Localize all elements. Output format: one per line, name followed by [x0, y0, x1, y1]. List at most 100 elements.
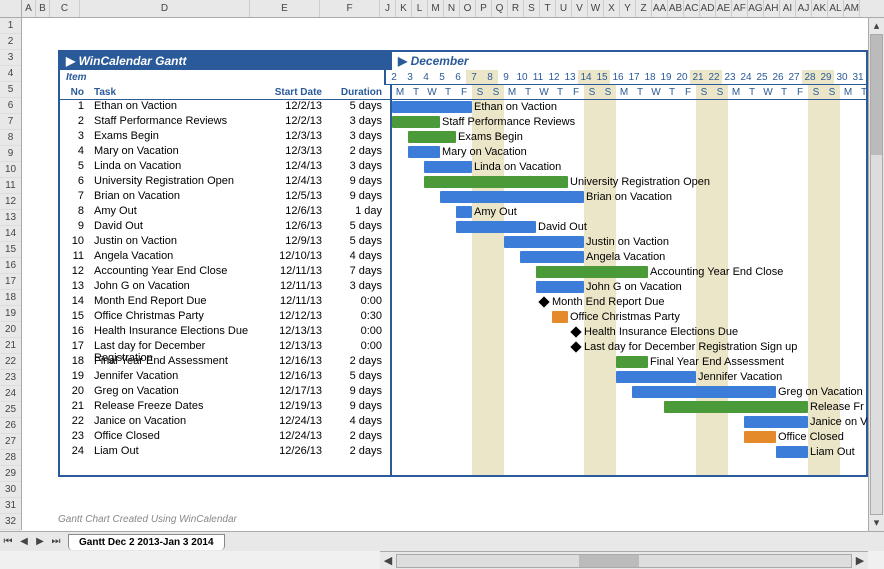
cell-start[interactable]: 12/16/13 — [260, 370, 330, 385]
cell-dur[interactable]: 0:00 — [330, 295, 390, 310]
cell-dur[interactable]: 2 days — [330, 445, 390, 460]
row-header[interactable]: 15 — [0, 242, 21, 258]
milestone-icon[interactable] — [538, 296, 549, 307]
col-header[interactable]: D — [80, 0, 250, 17]
cell-task[interactable]: Final Year End Assessment — [90, 355, 260, 370]
cell-no[interactable]: 24 — [60, 445, 90, 460]
col-header[interactable]: Z — [636, 0, 652, 17]
cell-start[interactable]: 12/19/13 — [260, 400, 330, 415]
cell-task[interactable]: Liam Out — [90, 445, 260, 460]
col-header[interactable]: K — [396, 0, 412, 17]
vscroll-track[interactable] — [870, 34, 883, 515]
cell-task[interactable]: Accounting Year End Close — [90, 265, 260, 280]
scroll-up-icon[interactable]: ▴ — [869, 18, 884, 34]
row-header[interactable]: 8 — [0, 130, 21, 146]
row-header[interactable]: 5 — [0, 82, 21, 98]
col-header[interactable]: E — [250, 0, 320, 17]
cell-dur[interactable]: 3 days — [330, 160, 390, 175]
cell-task[interactable]: Last day for December Registration — [90, 340, 260, 355]
cell-start[interactable]: 12/2/13 — [260, 100, 330, 115]
col-header[interactable]: S — [524, 0, 540, 17]
cell-no[interactable]: 3 — [60, 130, 90, 145]
gantt-bar[interactable] — [744, 431, 776, 443]
cell-dur[interactable]: 9 days — [330, 190, 390, 205]
row-header[interactable]: 16 — [0, 258, 21, 274]
row-header[interactable]: 3 — [0, 50, 21, 66]
col-header[interactable]: M — [428, 0, 444, 17]
gantt-bar[interactable] — [536, 281, 584, 293]
select-all-corner[interactable] — [0, 0, 22, 17]
col-header[interactable]: AC — [684, 0, 700, 17]
cell-task[interactable]: Release Freeze Dates — [90, 400, 260, 415]
row-header[interactable]: 19 — [0, 306, 21, 322]
cell-dur[interactable]: 2 days — [330, 145, 390, 160]
cell-dur[interactable]: 7 days — [330, 265, 390, 280]
cell-no[interactable]: 14 — [60, 295, 90, 310]
cell-dur[interactable]: 0:00 — [330, 340, 390, 355]
gantt-bar[interactable] — [744, 416, 808, 428]
tab-last-icon[interactable]: ⏭ — [48, 536, 64, 547]
col-header[interactable]: N — [444, 0, 460, 17]
gantt-bar[interactable] — [520, 251, 584, 263]
gantt-bar[interactable] — [664, 401, 808, 413]
cell-start[interactable]: 12/13/13 — [260, 325, 330, 340]
cell-task[interactable]: Ethan on Vaction — [90, 100, 260, 115]
gantt-bar[interactable] — [632, 386, 776, 398]
cell-no[interactable]: 8 — [60, 205, 90, 220]
cell-no[interactable]: 1 — [60, 100, 90, 115]
row-header[interactable]: 23 — [0, 370, 21, 386]
cell-task[interactable]: John G on Vacation — [90, 280, 260, 295]
row-header[interactable]: 27 — [0, 434, 21, 450]
row-header[interactable]: 22 — [0, 354, 21, 370]
col-header[interactable]: AB — [668, 0, 684, 17]
cell-start[interactable]: 12/2/13 — [260, 115, 330, 130]
col-header[interactable]: A — [22, 0, 36, 17]
gantt-bar[interactable] — [408, 146, 440, 158]
gantt-bar[interactable] — [424, 161, 472, 173]
hscroll-thumb[interactable] — [579, 555, 639, 567]
cell-no[interactable]: 17 — [60, 340, 90, 355]
cell-no[interactable]: 18 — [60, 355, 90, 370]
cell-dur[interactable]: 2 days — [330, 430, 390, 445]
col-header[interactable]: AK — [812, 0, 828, 17]
col-header[interactable]: AM — [844, 0, 860, 17]
vscroll-thumb[interactable] — [871, 35, 882, 155]
cell-task[interactable]: Office Closed — [90, 430, 260, 445]
cell-start[interactable]: 12/4/13 — [260, 160, 330, 175]
cell-no[interactable]: 7 — [60, 190, 90, 205]
cell-start[interactable]: 12/11/13 — [260, 295, 330, 310]
cell-task[interactable]: Justin on Vaction — [90, 235, 260, 250]
cell-task[interactable]: Office Christmas Party — [90, 310, 260, 325]
cell-dur[interactable]: 9 days — [330, 385, 390, 400]
cell-no[interactable]: 11 — [60, 250, 90, 265]
scroll-left-icon[interactable]: ◀ — [380, 554, 396, 567]
row-header[interactable]: 9 — [0, 146, 21, 162]
col-header[interactable]: O — [460, 0, 476, 17]
cell-start[interactable]: 12/5/13 — [260, 190, 330, 205]
cell-task[interactable]: Month End Report Due — [90, 295, 260, 310]
col-header[interactable]: U — [556, 0, 572, 17]
cell-no[interactable]: 23 — [60, 430, 90, 445]
row-header[interactable]: 28 — [0, 450, 21, 466]
row-header[interactable]: 32 — [0, 514, 21, 530]
cell-no[interactable]: 16 — [60, 325, 90, 340]
gantt-bar[interactable] — [440, 191, 584, 203]
cell-start[interactable]: 12/4/13 — [260, 175, 330, 190]
row-header[interactable]: 11 — [0, 178, 21, 194]
row-header[interactable]: 30 — [0, 482, 21, 498]
gantt-bar[interactable] — [536, 266, 648, 278]
row-header[interactable]: 13 — [0, 210, 21, 226]
cell-start[interactable]: 12/12/13 — [260, 310, 330, 325]
grid-area[interactable]: WinCalendar Gantt December Item 23456789… — [22, 18, 868, 531]
row-header[interactable]: 6 — [0, 98, 21, 114]
cell-task[interactable]: University Registration Open — [90, 175, 260, 190]
cell-start[interactable]: 12/6/13 — [260, 205, 330, 220]
cell-task[interactable]: David Out — [90, 220, 260, 235]
col-header[interactable]: X — [604, 0, 620, 17]
cell-dur[interactable]: 3 days — [330, 280, 390, 295]
row-header[interactable]: 25 — [0, 402, 21, 418]
row-header[interactable]: 10 — [0, 162, 21, 178]
col-header[interactable]: F — [320, 0, 380, 17]
col-header[interactable]: Q — [492, 0, 508, 17]
col-header[interactable]: AL — [828, 0, 844, 17]
